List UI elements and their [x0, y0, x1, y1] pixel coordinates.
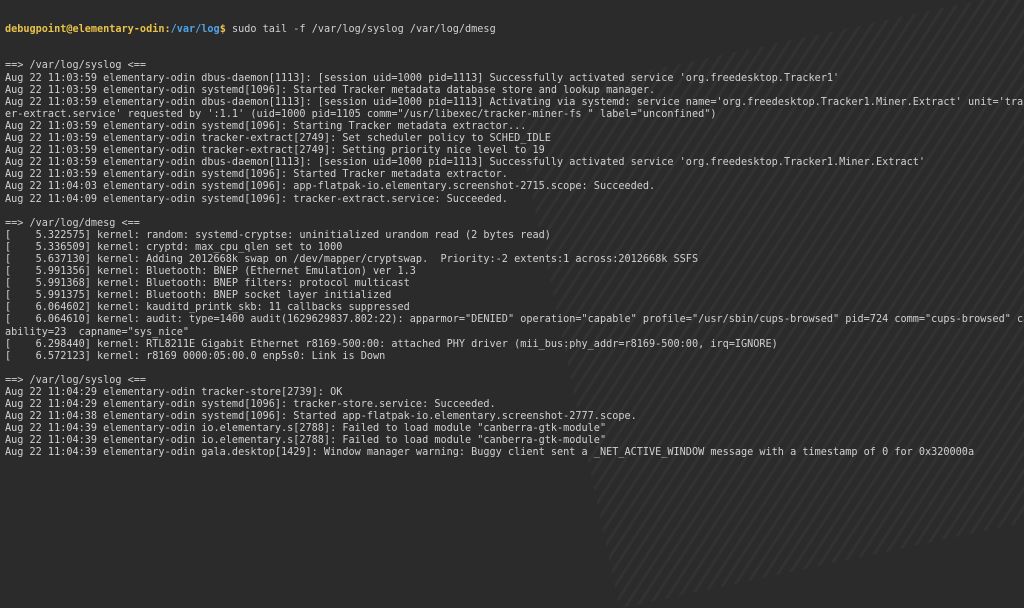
log-line: Aug 22 11:03:59 elementary-odin systemd[…	[5, 169, 508, 181]
terminal-output[interactable]: debugpoint@elementary-odin:/var/log$ sud…	[5, 0, 1024, 458]
log-line: [ 5.991356] kernel: Bluetooth: BNEP (Eth…	[5, 266, 416, 278]
log-line: Aug 22 11:04:39 elementary-odin io.eleme…	[5, 435, 607, 447]
log-line: [ 5.991368] kernel: Bluetooth: BNEP filt…	[5, 278, 410, 290]
log-line: [ 6.572123] kernel: r8169 0000:05:00.0 e…	[5, 350, 386, 362]
prompt-user-host: debugpoint@elementary-odin	[5, 24, 165, 36]
log-line: Aug 22 11:03:59 elementary-odin dbus-dae…	[5, 72, 840, 84]
log-line: [ 6.064610] kernel: audit: type=1400 aud…	[5, 314, 1024, 326]
section-header: ==> /var/log/syslog <==	[5, 374, 147, 386]
log-line: Aug 22 11:03:59 elementary-odin tracker-…	[5, 145, 545, 157]
log-line: [ 6.064602] kernel: kauditd_printk_skb: …	[5, 302, 410, 314]
prompt-path: /var/log	[170, 24, 220, 36]
log-line: Aug 22 11:04:39 elementary-odin gala.des…	[5, 447, 975, 459]
log-line: [ 5.336509] kernel: cryptd: max_cpu_qlen…	[5, 241, 343, 253]
log-line: [ 5.991375] kernel: Bluetooth: BNEP sock…	[5, 290, 392, 302]
log-line: Aug 22 11:03:59 elementary-odin tracker-…	[5, 133, 551, 145]
section-header: ==> /var/log/syslog <==	[5, 60, 147, 72]
prompt-command: sudo tail -f /var/log/syslog /var/log/dm…	[225, 24, 496, 36]
prompt-line: debugpoint@elementary-odin:/var/log$ sud…	[5, 24, 1024, 36]
log-line: Aug 22 11:04:29 elementary-odin systemd[…	[5, 399, 496, 411]
log-line: Aug 22 11:04:03 elementary-odin systemd[…	[5, 181, 656, 193]
log-line: Aug 22 11:03:59 elementary-odin dbus-dae…	[5, 157, 926, 169]
log-line: Aug 22 11:03:59 elementary-odin systemd[…	[5, 120, 527, 132]
log-line: [ 5.322575] kernel: random: systemd-cryp…	[5, 229, 551, 241]
log-line: Aug 22 11:03:59 elementary-odin dbus-dae…	[5, 96, 1024, 108]
log-line: Aug 22 11:04:09 elementary-odin systemd[…	[5, 193, 508, 205]
log-line: [ 5.637130] kernel: Adding 2012668k swap…	[5, 253, 699, 265]
log-line: Aug 22 11:04:38 elementary-odin systemd[…	[5, 411, 637, 423]
log-line: ability=23 capname="sys_nice"	[5, 326, 190, 338]
log-line: [ 6.298440] kernel: RTL8211E Gigabit Eth…	[5, 338, 778, 350]
log-body: ==> /var/log/syslog <== Aug 22 11:03:59 e…	[5, 60, 1024, 459]
log-line: Aug 22 11:03:59 elementary-odin systemd[…	[5, 84, 656, 96]
section-header: ==> /var/log/dmesg <==	[5, 217, 140, 229]
log-line: Aug 22 11:04:39 elementary-odin io.eleme…	[5, 423, 607, 435]
log-line: er-extract.service' requested by ':1.1' …	[5, 108, 717, 120]
log-line: Aug 22 11:04:29 elementary-odin tracker-…	[5, 387, 343, 398]
